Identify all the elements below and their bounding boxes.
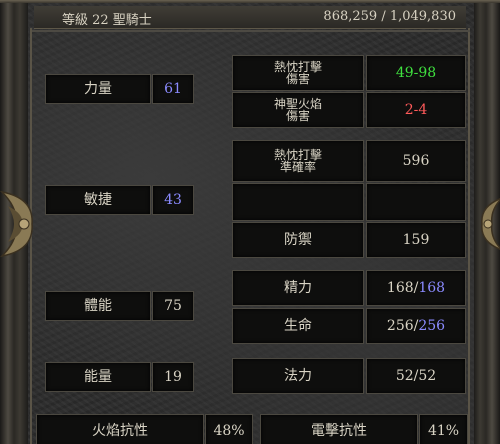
energy-value-box: 19 bbox=[152, 362, 194, 392]
mana-max: 52 bbox=[418, 368, 437, 384]
empty-stat-label-box bbox=[232, 183, 364, 221]
vitality-label-box: 體能 bbox=[45, 291, 151, 321]
inner-border-right bbox=[468, 28, 470, 444]
stamina-value-box: 168/168 bbox=[366, 270, 466, 306]
strength-label: 力量 bbox=[84, 81, 112, 97]
dexterity-value: 43 bbox=[164, 192, 182, 208]
dexterity-value-box: 43 bbox=[152, 185, 194, 215]
mana-label: 法力 bbox=[284, 368, 312, 384]
stamina-label-box: 精力 bbox=[232, 270, 364, 306]
mana-current: 52 bbox=[395, 368, 414, 384]
strength-value-box: 61 bbox=[152, 74, 194, 104]
holy-fire-damage-value-box: 2-4 bbox=[366, 92, 466, 128]
strength-label-box: 力量 bbox=[45, 74, 151, 104]
stamina-label: 精力 bbox=[284, 280, 312, 296]
life-current: 256 bbox=[386, 318, 414, 334]
lightning-resistance-label-box: 電擊抗性 bbox=[260, 414, 418, 444]
strength-value: 61 bbox=[164, 81, 182, 97]
empty-stat-value-box bbox=[366, 183, 466, 221]
dexterity-label: 敏捷 bbox=[84, 192, 112, 208]
defense-value-box: 159 bbox=[366, 222, 466, 258]
life-value-box: 256/256 bbox=[366, 308, 466, 344]
life-label-box: 生命 bbox=[232, 308, 364, 344]
level-class-label: 等級 22 聖騎士 bbox=[62, 13, 152, 28]
zeal-damage-label-line2: 傷害 bbox=[285, 72, 310, 86]
holy-fire-damage-label-box: 神聖火焰 傷害 bbox=[232, 92, 364, 128]
energy-label: 能量 bbox=[84, 369, 112, 385]
zeal-rating-value-box: 596 bbox=[366, 140, 466, 182]
stamina-current: 168 bbox=[386, 280, 414, 296]
zeal-rating-label-box: 熱忱打擊 準確率 bbox=[232, 140, 364, 182]
dexterity-label-box: 敏捷 bbox=[45, 185, 151, 215]
defense-label: 防禦 bbox=[284, 232, 312, 248]
energy-value: 19 bbox=[164, 369, 182, 385]
header-divider bbox=[32, 30, 470, 32]
holy-fire-damage-label-line2: 傷害 bbox=[285, 109, 310, 123]
energy-label-box: 能量 bbox=[45, 362, 151, 392]
lightning-resistance-value-box: 41% bbox=[419, 414, 468, 444]
fire-resistance-value-box: 48% bbox=[205, 414, 253, 444]
vitality-label: 體能 bbox=[84, 298, 112, 314]
character-stats-panel: 等級 22 聖騎士 868,259 / 1,049,830 力量 61 敏捷 4… bbox=[0, 0, 500, 444]
mana-value-box: 52/52 bbox=[366, 358, 466, 394]
zeal-rating-label-line2: 準確率 bbox=[279, 160, 316, 174]
frame-top-border bbox=[0, 0, 500, 3]
stamina-max: 168 bbox=[418, 280, 446, 296]
fire-resistance-label: 火焰抗性 bbox=[92, 423, 148, 439]
fire-resistance-label-box: 火焰抗性 bbox=[36, 414, 204, 444]
vitality-value: 75 bbox=[164, 298, 182, 314]
mana-label-box: 法力 bbox=[232, 358, 364, 394]
defense-value: 159 bbox=[402, 232, 430, 248]
level-experience-bar: 等級 22 聖騎士 868,259 / 1,049,830 bbox=[34, 6, 466, 29]
zeal-damage-value-box: 49-98 bbox=[366, 55, 466, 91]
zeal-damage-label-box: 熱忱打擊 傷害 bbox=[232, 55, 364, 91]
ornament-left-icon bbox=[0, 190, 33, 258]
vitality-value-box: 75 bbox=[152, 291, 194, 321]
experience-readout: 868,259 / 1,049,830 bbox=[323, 9, 456, 24]
fire-resistance-value: 48% bbox=[213, 423, 245, 439]
life-max: 256 bbox=[418, 318, 446, 334]
life-label: 生命 bbox=[284, 318, 312, 334]
lightning-resistance-label: 電擊抗性 bbox=[311, 423, 367, 439]
ornament-right-icon bbox=[481, 198, 500, 250]
holy-fire-damage-value: 2-4 bbox=[404, 102, 428, 118]
lightning-resistance-value: 41% bbox=[427, 423, 460, 439]
zeal-damage-value: 49-98 bbox=[395, 65, 437, 81]
defense-label-box: 防禦 bbox=[232, 222, 364, 258]
zeal-rating-value: 596 bbox=[402, 153, 430, 169]
